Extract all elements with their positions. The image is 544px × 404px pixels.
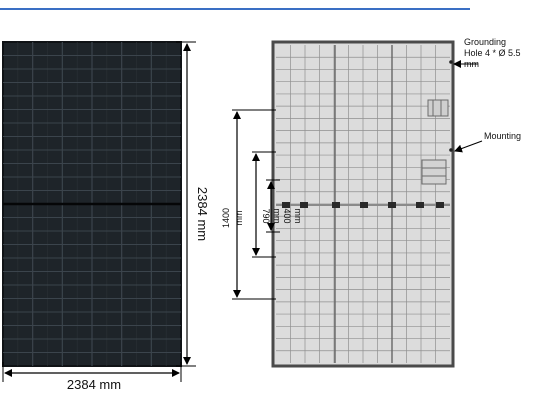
rear-panel-clamp <box>282 202 290 208</box>
rear-panel-clamp <box>436 202 444 208</box>
dimension-790-unit: mm <box>272 209 282 224</box>
rear-panel-clamps <box>282 202 444 208</box>
grounding-label-line-2: Hole 4 * Ø 5.5 <box>464 48 521 58</box>
dimension-400-value: 400 <box>282 208 292 223</box>
front-panel <box>2 41 182 367</box>
rear-panel-clamp <box>360 202 368 208</box>
rear-panel-clamp <box>416 202 424 208</box>
dimension-1400-unit: mm <box>234 211 244 226</box>
front-width-label: 2384 mm <box>67 377 121 392</box>
rear-panel <box>271 40 455 368</box>
grounding-hole <box>449 60 453 64</box>
junction-box-upper <box>427 99 449 117</box>
junction-box-lower <box>421 159 447 185</box>
rear-panel-clamp <box>388 202 396 208</box>
rear-panel-clamp <box>300 202 308 208</box>
dimension-400-unit: mm <box>293 209 303 224</box>
mounting-callout: Mounting <box>454 131 521 153</box>
dimension-1400: 1400 mm <box>221 109 276 300</box>
front-height-label: 2384 mm <box>195 187 210 241</box>
grounding-label-line-1: Grounding <box>464 37 506 47</box>
dimension-790-value: 790 <box>261 208 271 223</box>
rear-panel-clamp <box>332 202 340 208</box>
datasheet-drawing: 2384 mm 2384 mm Grounding Hole 4 * Ø 5.5… <box>0 8 521 392</box>
mounting-hole <box>449 148 453 152</box>
mounting-label: Mounting <box>484 131 521 141</box>
dimension-1400-value: 1400 <box>221 208 231 228</box>
grounding-callout: Grounding Hole 4 * Ø 5.5 mm <box>453 37 521 69</box>
